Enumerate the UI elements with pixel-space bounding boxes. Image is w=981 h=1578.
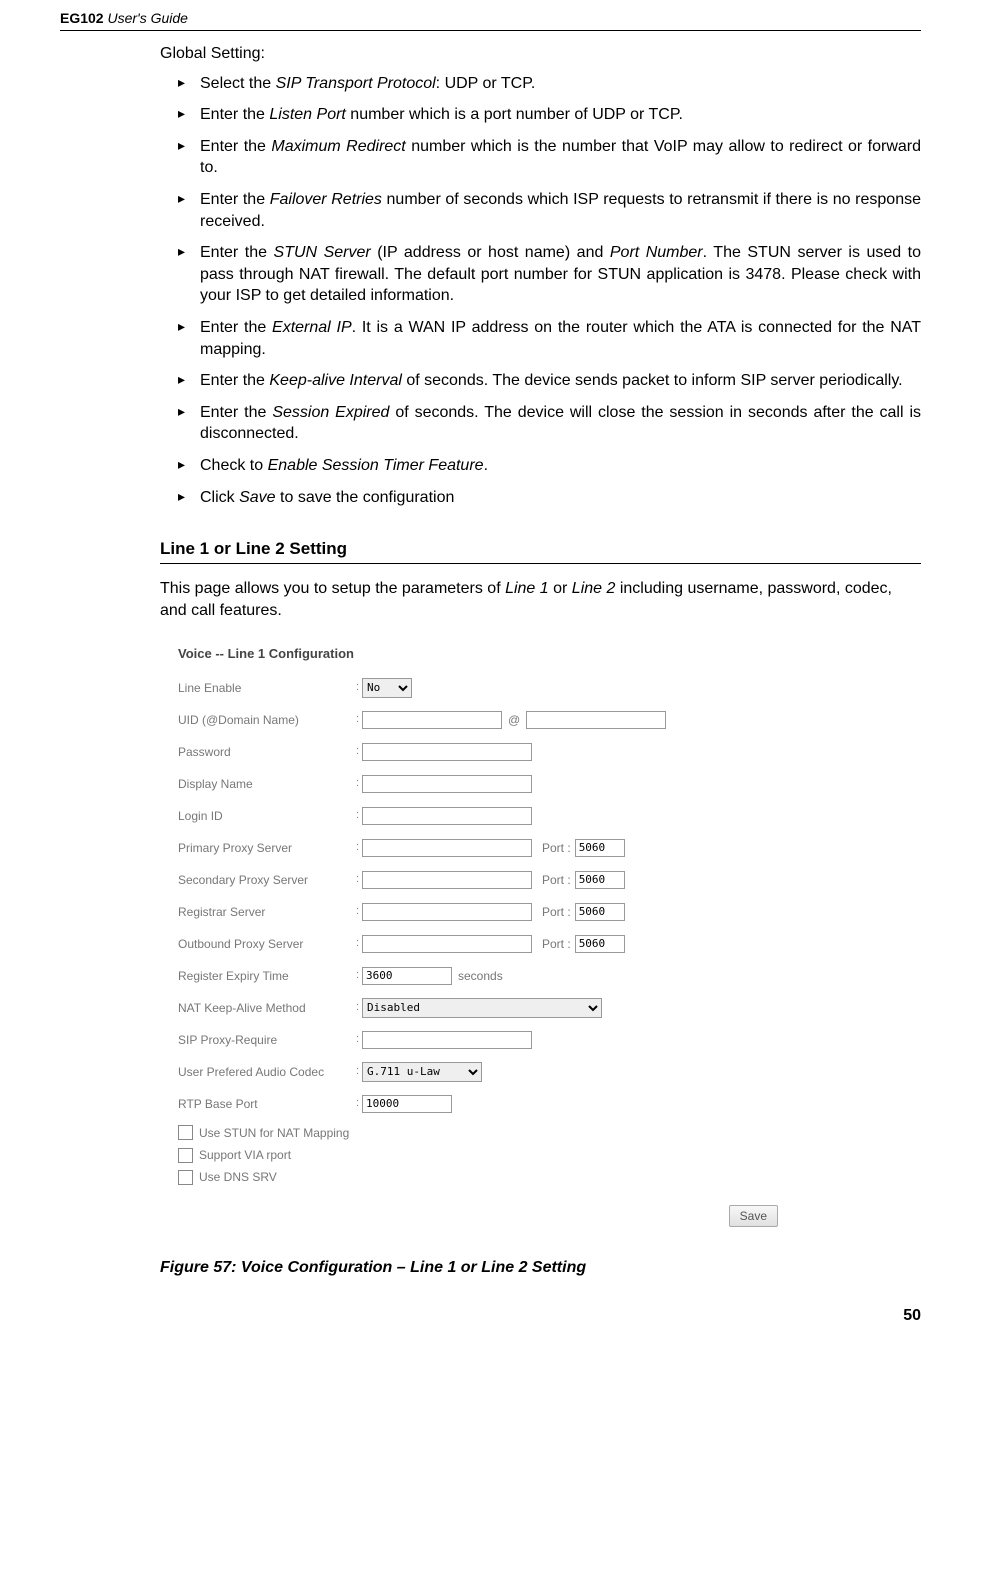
stun-checkbox[interactable]	[178, 1125, 193, 1140]
list-item: Enter the STUN Server (IP address or hos…	[178, 242, 921, 307]
outbound-proxy-input[interactable]	[362, 935, 532, 953]
list-item: Select the SIP Transport Protocol: UDP o…	[178, 73, 921, 95]
registrar-input[interactable]	[362, 903, 532, 921]
save-button[interactable]: Save	[729, 1205, 778, 1227]
page-number: 50	[0, 1307, 981, 1325]
list-item: Enter the Keep-alive Interval of seconds…	[178, 370, 921, 392]
uid-input[interactable]	[362, 711, 502, 729]
password-label: Password	[178, 744, 356, 760]
via-rport-checkbox[interactable]	[178, 1148, 193, 1163]
at-symbol: @	[508, 712, 520, 728]
seconds-label: seconds	[458, 968, 503, 984]
password-input[interactable]	[362, 743, 532, 761]
line-enable-select[interactable]: No	[362, 678, 412, 698]
port-label: Port :	[542, 936, 571, 952]
global-setting-label: Global Setting:	[160, 43, 921, 65]
list-item: Enter the Session Expired of seconds. Th…	[178, 402, 921, 445]
outbound-proxy-label: Outbound Proxy Server	[178, 936, 356, 952]
login-id-input[interactable]	[362, 807, 532, 825]
list-item: Enter the Maximum Redirect number which …	[178, 136, 921, 179]
codec-select[interactable]: G.711 u-Law	[362, 1062, 482, 1082]
registrar-port-input[interactable]	[575, 903, 625, 921]
secondary-proxy-label: Secondary Proxy Server	[178, 872, 356, 888]
uid-label: UID (@Domain Name)	[178, 712, 356, 728]
panel-title: Voice -- Line 1 Configuration	[178, 645, 798, 663]
primary-proxy-port-input[interactable]	[575, 839, 625, 857]
rtp-base-input[interactable]	[362, 1095, 452, 1113]
page-header: EG102 User's Guide	[60, 10, 921, 31]
list-item: Check to Enable Session Timer Feature.	[178, 455, 921, 477]
dns-srv-checkbox-label: Use DNS SRV	[199, 1169, 277, 1185]
nat-keepalive-select[interactable]: Disabled	[362, 998, 602, 1018]
primary-proxy-input[interactable]	[362, 839, 532, 857]
port-label: Port :	[542, 840, 571, 856]
via-rport-checkbox-label: Support VIA rport	[199, 1147, 291, 1163]
section-title: Line 1 or Line 2 Setting	[160, 538, 921, 564]
port-label: Port :	[542, 872, 571, 888]
section-description: This page allows you to setup the parame…	[160, 578, 921, 621]
display-name-label: Display Name	[178, 776, 356, 792]
register-expiry-input[interactable]	[362, 967, 452, 985]
port-label: Port :	[542, 904, 571, 920]
sip-proxy-require-input[interactable]	[362, 1031, 532, 1049]
figure-caption: Figure 57: Voice Configuration – Line 1 …	[160, 1257, 921, 1279]
list-item: Enter the Failover Retries number of sec…	[178, 189, 921, 232]
registrar-label: Registrar Server	[178, 904, 356, 920]
header-product: EG102	[60, 10, 104, 26]
nat-keepalive-label: NAT Keep-Alive Method	[178, 1000, 356, 1016]
display-name-input[interactable]	[362, 775, 532, 793]
line-enable-label: Line Enable	[178, 680, 356, 696]
instruction-list: Select the SIP Transport Protocol: UDP o…	[160, 73, 921, 509]
domain-input[interactable]	[526, 711, 666, 729]
register-expiry-label: Register Expiry Time	[178, 968, 356, 984]
secondary-proxy-port-input[interactable]	[575, 871, 625, 889]
primary-proxy-label: Primary Proxy Server	[178, 840, 356, 856]
secondary-proxy-input[interactable]	[362, 871, 532, 889]
sip-proxy-require-label: SIP Proxy-Require	[178, 1032, 356, 1048]
header-suffix: User's Guide	[104, 10, 188, 26]
stun-checkbox-label: Use STUN for NAT Mapping	[199, 1125, 349, 1141]
list-item: Enter the Listen Port number which is a …	[178, 104, 921, 126]
list-item: Click Save to save the configuration	[178, 487, 921, 509]
config-panel: Voice -- Line 1 Configuration Line Enabl…	[160, 635, 816, 1245]
rtp-base-label: RTP Base Port	[178, 1096, 356, 1112]
codec-label: User Prefered Audio Codec	[178, 1064, 356, 1080]
list-item: Enter the External IP. It is a WAN IP ad…	[178, 317, 921, 360]
dns-srv-checkbox[interactable]	[178, 1170, 193, 1185]
login-id-label: Login ID	[178, 808, 356, 824]
outbound-proxy-port-input[interactable]	[575, 935, 625, 953]
